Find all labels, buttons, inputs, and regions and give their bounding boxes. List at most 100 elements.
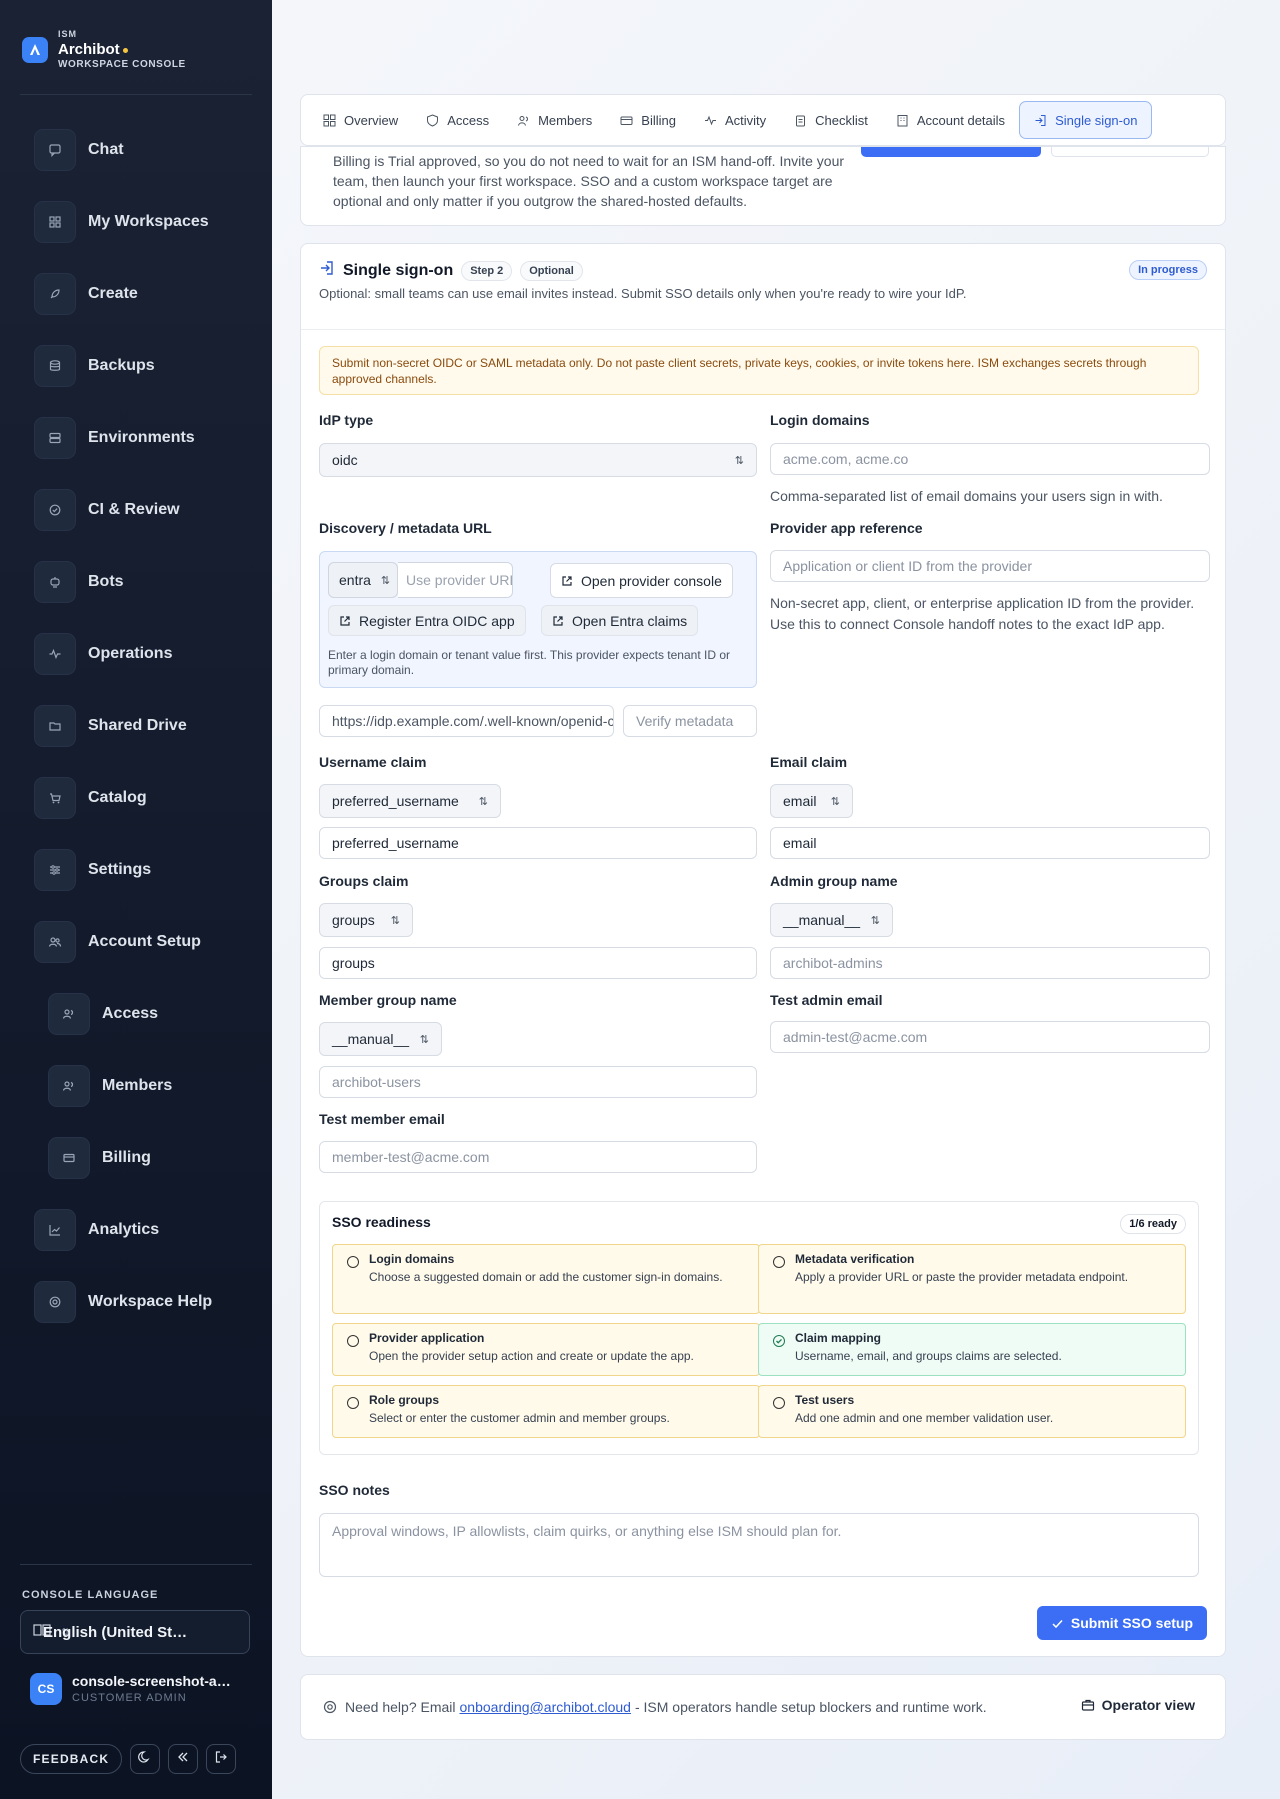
rocket-icon — [34, 273, 76, 315]
email-claim-input[interactable]: email — [770, 827, 1210, 859]
chevron-up-down-icon: ⇅ — [870, 914, 880, 927]
sidebar-item-settings[interactable]: Settings — [34, 848, 151, 892]
chevron-up-down-icon: ⇅ — [419, 1033, 429, 1046]
theme-toggle-button[interactable] — [130, 1744, 161, 1774]
sidebar-item-access[interactable]: Access — [48, 992, 158, 1036]
operator-view-button[interactable]: Operator view — [1081, 1697, 1195, 1713]
help-suffix: - ISM operators handle setup blockers an… — [634, 1699, 987, 1715]
secondary-action-button[interactable] — [1051, 147, 1209, 157]
verify-metadata-button[interactable]: Verify metadata — [623, 705, 757, 737]
test-member-input[interactable]: member-test@acme.com — [319, 1141, 757, 1173]
activity-icon — [704, 115, 716, 125]
sidebar-item-bots[interactable]: Bots — [34, 560, 124, 604]
brand[interactable]: ISM Archibot WORKSPACE CONSOLE — [22, 30, 186, 70]
select-value: email — [783, 793, 817, 809]
readiness-item-desc: Select or enter the customer admin and m… — [369, 1411, 670, 1425]
open-entra-claims-button[interactable]: Open Entra claims — [541, 605, 699, 636]
sidebar-item-billing[interactable]: Billing — [48, 1136, 151, 1180]
groups-claim-input[interactable]: groups — [319, 947, 757, 979]
user-profile[interactable]: CS console-screenshot-admin CUSTOMER ADM… — [30, 1673, 237, 1705]
tab-checklist[interactable]: Checklist — [780, 101, 882, 139]
open-provider-console-button[interactable]: Open provider console — [550, 563, 733, 598]
sidebar-item-label: Create — [88, 285, 138, 302]
chevron-up-down-icon: ⇅ — [734, 454, 744, 467]
test-admin-input[interactable]: admin-test@acme.com — [770, 1021, 1210, 1053]
sidebar-item-label: Bots — [88, 573, 124, 590]
logout-button[interactable] — [206, 1744, 237, 1774]
optional-badge: Optional — [520, 260, 583, 281]
sidebar-item-backups[interactable]: Backups — [34, 344, 155, 388]
member-group-select[interactable]: __manual__ ⇅ — [319, 1022, 442, 1056]
sidebar-item-account-setup[interactable]: Account Setup — [34, 920, 201, 964]
metadata-url-input[interactable]: https://idp.example.com/.well-known/open… — [319, 705, 614, 737]
feedback-button[interactable]: FEEDBACK — [20, 1744, 123, 1774]
sidebar-item-operations[interactable]: Operations — [34, 632, 172, 676]
tab-members[interactable]: Members — [503, 101, 606, 139]
sidebar-item-my-workspaces[interactable]: My Workspaces — [34, 200, 209, 244]
login-domains-input[interactable]: acme.com, acme.co — [770, 443, 1210, 475]
member-group-input[interactable]: archibot-users — [319, 1066, 757, 1098]
submit-sso-button[interactable]: Submit SSO setup — [1036, 1606, 1207, 1640]
provider-helper-panel: entra ⇅ Use provider URL Open provider co… — [319, 551, 757, 688]
sidebar-item-shared-drive[interactable]: Shared Drive — [34, 704, 187, 748]
provider-ref-input[interactable]: Application or client ID from the provid… — [770, 550, 1210, 582]
provider-select[interactable]: entra ⇅ — [328, 562, 398, 598]
activity-icon — [34, 633, 76, 675]
archibot-logo-icon — [22, 37, 48, 63]
tab-single-sign-on[interactable]: Single sign-on — [1019, 101, 1153, 139]
sidebar-item-create[interactable]: Create — [34, 272, 138, 316]
grid-icon — [34, 201, 76, 243]
readiness-item-desc: Open the provider setup action and creat… — [369, 1349, 694, 1363]
admin-group-select[interactable]: __manual__ ⇅ — [770, 903, 893, 937]
primary-action-button[interactable] — [861, 147, 1041, 157]
chat-icon — [34, 129, 76, 171]
button-label: Operator view — [1101, 1697, 1195, 1713]
support-email-link[interactable]: onboarding@archibot.cloud — [460, 1699, 631, 1715]
language-select[interactable]: English (United States) ⇅ — [20, 1610, 250, 1654]
tab-billing[interactable]: Billing — [606, 101, 690, 139]
sso-notes-textarea[interactable]: Approval windows, IP allowlists, claim q… — [319, 1513, 1199, 1577]
sidebar-item-chat[interactable]: Chat — [34, 128, 124, 172]
sidebar-item-catalog[interactable]: Catalog — [34, 776, 147, 820]
tab-activity[interactable]: Activity — [690, 101, 780, 139]
help-prefix: Need help? Email — [345, 1699, 456, 1715]
provider-url-input[interactable]: Use provider URL — [398, 562, 513, 598]
idp-type-select[interactable]: oidc ⇅ — [319, 443, 757, 477]
sso-readiness-panel: SSO readiness 1/6 ready Login domains Ch… — [319, 1201, 1199, 1455]
sidebar-item-workspace-help[interactable]: Workspace Help — [34, 1280, 212, 1324]
billing-summary-text: Billing is Trial approved, so you do not… — [333, 153, 845, 209]
sliders-icon — [34, 849, 76, 891]
tab-account-details[interactable]: Account details — [882, 101, 1019, 139]
readiness-item-title: Login domains — [369, 1252, 455, 1266]
sidebar-item-ci-review[interactable]: CI & Review — [34, 488, 180, 532]
sidebar-item-label: Catalog — [88, 789, 147, 806]
register-entra-app-button[interactable]: Register Entra OIDC app — [328, 605, 526, 636]
lifebuoy-icon — [34, 1281, 76, 1323]
sidebar-item-label: Environments — [88, 429, 195, 446]
readiness-item-title: Provider application — [369, 1331, 485, 1345]
username-claim-select[interactable]: preferred_username ⇅ — [319, 784, 501, 818]
divider — [301, 329, 1225, 330]
tab-access[interactable]: Access — [412, 101, 503, 139]
provider-ref-label: Provider app reference — [770, 520, 923, 536]
bot-icon — [34, 561, 76, 603]
chevron-up-down-icon: ⇅ — [380, 574, 391, 587]
idp-type-label: IdP type — [319, 412, 374, 428]
button-label: Open provider console — [581, 572, 722, 589]
sidebar-item-members[interactable]: Members — [48, 1064, 172, 1108]
select-value: groups — [332, 912, 375, 928]
email-claim-label: Email claim — [770, 754, 848, 770]
tab-overview[interactable]: Overview — [309, 101, 412, 139]
readiness-item-test-users: Test users Add one admin and one member … — [758, 1385, 1186, 1438]
sidebar-item-analytics[interactable]: Analytics — [34, 1208, 159, 1252]
collapse-sidebar-button[interactable] — [168, 1744, 199, 1774]
admin-group-input[interactable]: archibot-admins — [770, 947, 1210, 979]
sidebar-item-environments[interactable]: Environments — [34, 416, 195, 460]
username-claim-input[interactable]: preferred_username — [319, 827, 757, 859]
email-claim-select[interactable]: email ⇅ — [770, 784, 853, 818]
main-content: Billing is Trial approved, so you do not… — [272, 0, 1280, 1799]
lifebuoy-icon — [323, 1700, 345, 1714]
avatar: CS — [30, 1673, 62, 1705]
groups-claim-select[interactable]: groups ⇅ — [319, 903, 413, 937]
readiness-badge: 1/6 ready — [1120, 1214, 1186, 1234]
